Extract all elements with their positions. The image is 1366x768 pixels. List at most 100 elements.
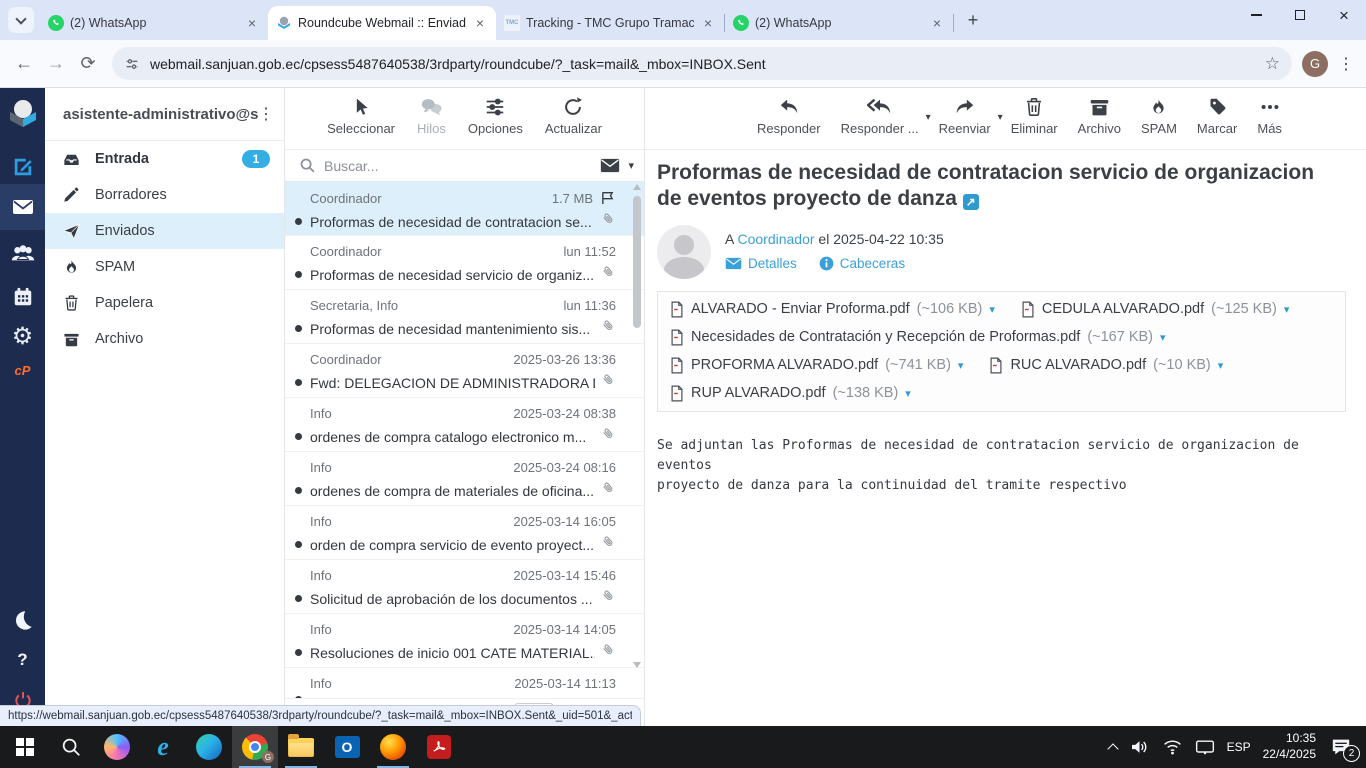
scroll-up-arrow[interactable] [633,184,641,190]
bookmark-star-icon[interactable]: ☆ [1265,54,1280,74]
tray-expand-chevron-icon[interactable] [1106,742,1119,755]
folder-drafts[interactable]: Borradores [45,177,284,213]
outlook-button[interactable]: O [324,726,370,768]
recipient-link[interactable]: Coordinador [737,231,814,247]
tab-close-icon[interactable]: × [244,15,260,31]
reply-all-button[interactable]: Responder ... ▾ [841,96,931,136]
threads-button[interactable]: Hilos [417,96,446,136]
edge-button[interactable] [186,726,232,768]
internet-explorer-button[interactable]: e [140,726,186,768]
message-list-item[interactable]: Info 2025-03-14 16:05 orden de compra se… [285,506,644,560]
acrobat-button[interactable] [416,726,462,768]
file-explorer-button[interactable] [278,726,324,768]
headers-toggle[interactable]: Cabeceras [819,256,905,271]
attachment-menu-caret[interactable]: ▾ [1218,359,1224,372]
browser-profile-avatar[interactable]: G [1302,50,1328,77]
cpanel-icon[interactable]: cP [0,356,45,384]
attachment-item[interactable]: ALVARADO - Enviar Proforma.pdf (~106 KB)… [670,301,995,318]
wifi-icon[interactable] [1162,738,1183,756]
message-status-dot[interactable] [295,487,302,494]
message-status-dot[interactable] [295,433,302,440]
window-maximize-button[interactable] [1278,0,1322,30]
omnibox[interactable]: webmail.sanjuan.gob.ec/cpsess5487640538/… [112,47,1292,80]
attachment-menu-caret[interactable]: ▾ [1284,303,1290,316]
options-button[interactable]: Opciones [468,96,523,136]
attachment-menu-caret[interactable]: ▾ [958,359,964,372]
message-status-dot[interactable] [295,271,302,278]
account-menu-icon[interactable]: ⋮ [258,104,274,124]
folder-trash[interactable]: Papelera [45,285,284,321]
delete-button[interactable]: Eliminar [1011,96,1058,136]
folder-archive[interactable]: Archivo [45,321,284,357]
message-list-item[interactable]: Secretaria, Info lun 11:36 Proformas de … [285,290,644,344]
attachment-menu-caret[interactable]: ▾ [989,303,995,316]
list-scrollbar[interactable] [632,184,642,696]
search-options-caret[interactable]: ▾ [628,159,634,172]
attachment-menu-caret[interactable]: ▾ [1160,331,1166,344]
browser-menu-icon[interactable]: ⋮ [1338,54,1354,74]
tab-tracking-tmc[interactable]: TMC Tracking - TMC Grupo Tramaco × [496,6,724,40]
copilot-button[interactable] [94,726,140,768]
window-close-button[interactable]: × [1322,0,1366,30]
message-list-item[interactable]: Coordinador 2025-03-26 13:36 Fwd: DELEGA… [285,344,644,398]
site-settings-icon[interactable] [124,56,140,72]
taskbar-search-button[interactable] [48,726,94,768]
search-input[interactable] [324,157,593,174]
help-icon[interactable]: ? [0,646,45,674]
more-button[interactable]: Más [1257,96,1282,136]
folder-inbox[interactable]: Entrada 1 [45,141,284,177]
firefox-button[interactable] [370,726,416,768]
tab-close-icon[interactable]: × [472,15,488,31]
message-status-dot[interactable] [295,379,302,386]
mark-button[interactable]: Marcar [1197,96,1237,136]
message-list-item[interactable]: Info 2025-03-24 08:38 ordenes de compra … [285,398,644,452]
reply-button[interactable]: Responder [757,96,821,136]
message-status-dot[interactable] [295,325,302,332]
clock[interactable]: 10:35 22/4/2025 [1263,731,1316,762]
forward-dropdown-caret[interactable]: ▾ [998,112,1003,123]
message-list-item[interactable]: Info 2025-03-14 15:46 Solicitud de aprob… [285,560,644,614]
window-minimize-button[interactable] [1234,0,1278,30]
attachment-item[interactable]: PROFORMA ALVARADO.pdf (~741 KB) ▾ [670,357,963,374]
message-status-dot[interactable] [295,595,302,602]
calendar-icon[interactable] [0,280,45,314]
tab-list-chevron-button[interactable] [8,7,34,33]
attachment-item[interactable]: RUP ALVARADO.pdf (~138 KB) ▾ [670,385,911,402]
tab-roundcube[interactable]: Roundcube Webmail :: Enviados × [268,6,496,40]
forward-button[interactable]: → [40,48,72,80]
message-status-dot[interactable] [295,649,302,656]
tab-close-icon[interactable]: × [929,15,945,31]
new-tab-button[interactable]: + [960,7,986,33]
open-in-new-window-icon[interactable] [962,194,979,211]
folder-spam[interactable]: SPAM [45,249,284,285]
back-button[interactable]: ← [8,48,40,80]
message-status-dot[interactable] [295,541,302,548]
flag-icon[interactable] [599,190,616,206]
message-status-dot[interactable] [295,696,302,698]
attachment-menu-caret[interactable]: ▾ [905,387,911,400]
message-list-item[interactable]: Info 2025-03-14 11:13 [285,668,644,698]
settings-gear-icon[interactable]: ⚙ [0,318,45,354]
message-list-item[interactable]: Coordinador 1.7 MB Proformas de necesida… [285,182,644,236]
details-toggle[interactable]: Detalles [725,256,797,271]
scrollbar-thumb[interactable] [633,196,641,328]
keyboard-language[interactable]: ESP [1227,740,1251,754]
attachment-item[interactable]: RUC ALVARADO.pdf (~10 KB) ▾ [989,357,1223,374]
contacts-icon[interactable] [0,236,45,270]
attachment-item[interactable]: CEDULA ALVARADO.pdf (~125 KB) ▾ [1021,301,1290,318]
tab-whatsapp-1[interactable]: (2) WhatsApp × [40,6,268,40]
archive-button[interactable]: Archivo [1078,96,1121,136]
start-button[interactable] [2,726,48,768]
spam-button[interactable]: SPAM [1141,96,1177,136]
search-scope-mail-icon[interactable] [600,158,620,173]
message-list-item[interactable]: Info 2025-03-24 08:16 ordenes de compra … [285,452,644,506]
message-list-item[interactable]: Coordinador lun 11:52 Proformas de neces… [285,236,644,290]
reload-button[interactable]: ⟳ [72,48,104,80]
folder-sent[interactable]: Enviados [45,213,284,249]
attachment-item[interactable]: Necesidades de Contratación y Recepción … [670,329,1166,346]
scroll-down-arrow[interactable] [633,662,641,668]
chrome-button[interactable]: G [232,726,278,768]
volume-icon[interactable] [1129,737,1150,757]
reply-all-dropdown-caret[interactable]: ▾ [926,112,931,123]
message-status-dot[interactable] [295,218,302,225]
